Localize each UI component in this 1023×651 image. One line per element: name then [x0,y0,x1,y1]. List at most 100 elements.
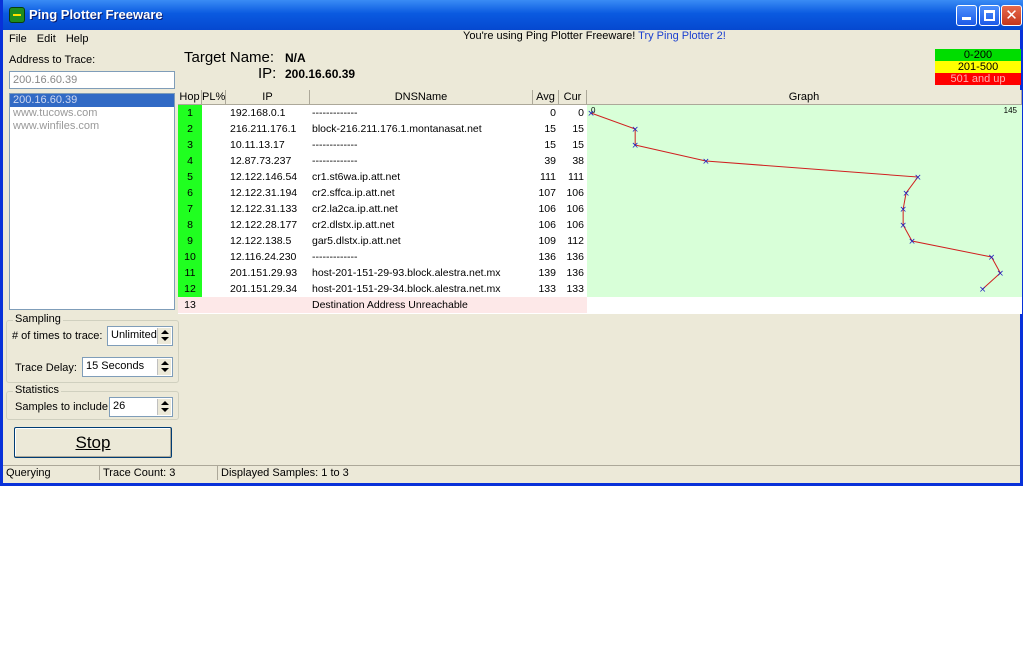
window-title: Ping Plotter Freeware [29,7,163,22]
cur-cell: 106 [566,203,584,215]
pl-cell [202,233,226,249]
list-item[interactable]: 200.16.60.39 [10,94,174,107]
table-row[interactable]: 2 216.211.176.1 block-216.211.176.1.montan… [178,121,587,137]
dns-cell: cr2.sffca.ip.att.net [312,187,395,199]
address-input[interactable]: 200.16.60.39 [9,71,175,89]
avg-cell: 39 [544,155,556,167]
pl-cell [202,249,226,265]
address-history-list[interactable]: 200.16.60.39 www.tucows.com www.winfiles… [9,93,175,310]
trace-delay-value: 15 Seconds [86,360,145,372]
col-graph[interactable]: Graph [587,90,1022,105]
promo-text: You're using Ping Plotter Freeware! [463,30,636,42]
ip-label: IP: [258,65,277,82]
latency-graph: 0 145 ×××××××××××× [587,105,1022,297]
table-row[interactable]: 1 192.168.0.1 ------------- 0 0 [178,105,587,121]
hop-cell: 7 [178,201,202,217]
trace-delay-spinner[interactable]: 15 Seconds [82,357,173,377]
cur-cell: 112 [567,235,584,247]
hop-cell: 4 [178,153,202,169]
spinner-arrows-icon[interactable] [157,328,171,344]
dns-cell: ------------- [312,155,358,167]
avg-cell: 133 [538,283,556,295]
spinner-arrows-icon[interactable] [157,399,171,415]
table-row[interactable]: 10 12.116.24.230 ------------- 136 136 [178,249,587,265]
hop-cell: 2 [178,121,202,137]
sampling-title: Sampling [13,313,63,325]
menu-file[interactable]: File [9,33,27,45]
pl-cell [202,201,226,217]
spinner-arrows-icon[interactable] [157,359,171,375]
graph-scale-right: 145 [1004,106,1018,115]
col-cur[interactable]: Cur [559,90,587,105]
latency-point: × [899,221,907,231]
cur-cell: 15 [572,139,584,151]
pl-cell [202,137,226,153]
samples-spinner[interactable]: 26 [109,397,173,417]
title-bar[interactable]: Ping Plotter Freeware ✕ [3,0,1023,30]
times-to-trace-value: Unlimited [111,329,157,341]
latency-point: × [587,109,595,119]
latency-point: × [979,285,987,295]
times-to-trace-spinner[interactable]: Unlimited [107,326,173,346]
table-row[interactable]: 11 201.151.29.93 host-201-151-29-93.block.… [178,265,587,281]
unreachable-text: Destination Address Unreachable [312,299,468,311]
ip-cell: 12.116.24.230 [230,251,297,263]
table-row[interactable]: 7 12.122.31.133 cr2.la2ca.ip.att.net 106 106 [178,201,587,217]
hop-cell: 9 [178,233,202,249]
table-row[interactable]: 4 12.87.73.237 ------------- 39 38 [178,153,587,169]
table-row[interactable]: 8 12.122.28.177 cr2.dlstx.ip.att.net 106 106 [178,217,587,233]
pl-cell [202,217,226,233]
times-to-trace-label: # of times to trace: [12,330,103,342]
dns-cell: host-201-151-29-34.block.alestra.net.mx [312,283,501,295]
list-item[interactable]: www.tucows.com [10,107,174,120]
stop-button[interactable]: Stop [14,427,172,458]
ip-cell: 10.11.13.17 [230,139,285,151]
unreachable-hop: 13 [184,299,196,311]
cur-cell: 106 [566,187,584,199]
table-row[interactable]: 3 10.11.13.17 ------------- 15 15 [178,137,587,153]
menu-help[interactable]: Help [66,33,89,45]
target-name-value: N/A [285,51,306,65]
table-row[interactable]: 6 12.122.31.194 cr2.sffca.ip.att.net 107 106 [178,185,587,201]
dns-cell: ------------- [312,107,358,119]
avg-cell: 106 [538,219,556,231]
close-icon: ✕ [1005,6,1018,24]
col-pl[interactable]: PL% [202,90,226,105]
latency-point: × [702,157,710,167]
menu-edit[interactable]: Edit [37,33,56,45]
col-hop[interactable]: Hop [178,90,202,105]
minimize-button[interactable] [956,5,977,26]
latency-point: × [631,125,639,135]
latency-point: × [899,205,907,215]
dns-cell: gar5.dlstx.ip.att.net [312,235,401,247]
graph-background [587,105,1022,297]
col-ip[interactable]: IP [226,90,310,105]
unreachable-row[interactable]: 13 Destination Address Unreachable [178,297,587,313]
close-button[interactable]: ✕ [1001,5,1022,26]
promo-banner: You're using Ping Plotter Freeware! Try … [463,30,726,42]
table-row[interactable]: 5 12.122.146.54 cr1.st6wa.ip.att.net 111 111 [178,169,587,185]
table-row[interactable]: 9 12.122.138.5 gar5.dlstx.ip.att.net 109 112 [178,233,587,249]
main-window: Ping Plotter Freeware ✕ File Edit Help Y… [0,0,1023,486]
samples-label: Samples to include: [15,401,111,413]
avg-cell: 15 [544,123,556,135]
cur-cell: 136 [566,267,584,279]
latency-point: × [902,189,910,199]
maximize-button[interactable] [979,5,1000,26]
col-dnsname[interactable]: DNSName [310,90,533,105]
trace-delay-label: Trace Delay: [15,362,77,374]
trace-table: Hop PL% IP DNSName Avg Cur Graph 1 192.16… [178,90,1022,314]
hop-cell: 10 [178,249,202,265]
list-item[interactable]: www.winfiles.com [10,120,174,133]
pl-cell [202,121,226,137]
upgrade-link[interactable]: Try Ping Plotter 2! [638,30,726,42]
hop-cell: 3 [178,137,202,153]
avg-cell: 109 [538,235,556,247]
avg-cell: 111 [540,171,556,183]
target-name-label: Target Name: [184,49,275,66]
table-row[interactable]: 12 201.151.29.34 host-201-151-29-34.block.… [178,281,587,297]
col-avg[interactable]: Avg [533,90,559,105]
latency-point: × [988,253,996,263]
latency-point: × [631,141,639,151]
pl-cell [202,105,226,121]
